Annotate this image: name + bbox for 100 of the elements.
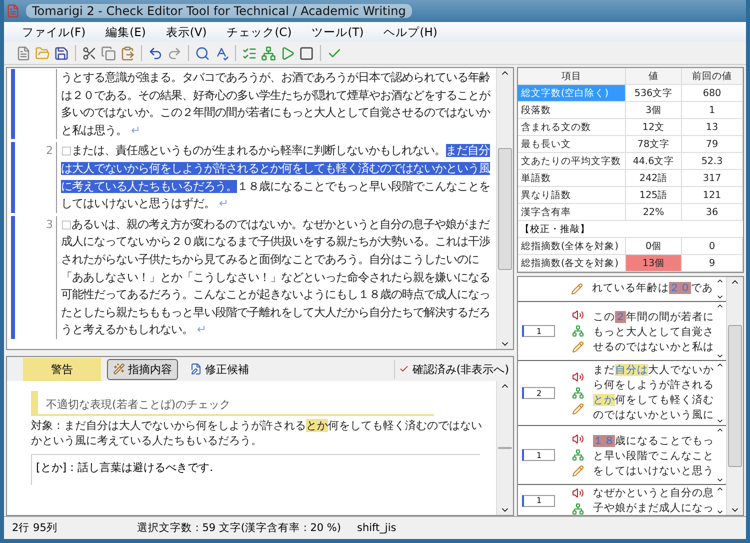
stop-icon[interactable]	[299, 46, 314, 60]
editor-line: 可能性だってあるだろう。こんなことが起きないようにもし１８歳の時点で成人になっ	[61, 287, 491, 304]
findings-scrollbar[interactable]	[726, 277, 743, 515]
table-cell: 12文	[626, 119, 682, 135]
speaker-icon[interactable]	[572, 371, 584, 383]
editor-line: 多いのではないか。この２年間の間が若者にもっと大人として自覚させるのではないか	[61, 105, 492, 122]
edit-document-icon	[190, 363, 202, 375]
network-icon[interactable]	[572, 387, 584, 399]
finding-line: もっと大人として自覚さ	[593, 325, 714, 340]
advice-message: [とか]：話し言葉は避けるべきです.	[31, 454, 480, 485]
copy-icon[interactable]	[101, 46, 116, 60]
table-cell: 最も長い文	[518, 136, 626, 152]
menu-item[interactable]: ツール(T)	[304, 22, 372, 42]
table-cell: 段落数	[518, 102, 626, 118]
search-icon[interactable]	[195, 46, 210, 60]
new-file-icon[interactable]	[16, 46, 31, 60]
details-tab[interactable]: 指摘内容	[107, 358, 178, 380]
scroll-down-icon[interactable]	[716, 476, 724, 484]
line-number: 2	[45, 143, 54, 160]
editor-scrollbar[interactable]	[496, 68, 513, 349]
count-field[interactable]: 1	[522, 494, 555, 506]
spellcheck-icon[interactable]	[214, 46, 229, 60]
editor-line: □あるいは、親の考え方が変わるのではないか。なぜかというと自分の息子や娘がまだ	[61, 216, 491, 233]
table-cell: 単語数	[518, 170, 626, 186]
text-editor[interactable]	[6, 67, 514, 350]
table-cell: 異なり語数	[518, 187, 626, 203]
menu-item[interactable]: 表示(V)	[158, 22, 215, 42]
speaker-icon[interactable]	[572, 433, 584, 445]
table-cell: 総文字数(空白除く)	[518, 85, 626, 101]
table-cell: 文あたりの平均文字数	[518, 153, 626, 169]
finding-card[interactable]: 1 １８ 歳になることでもっ と早い段階でこんなこと をしてはいけないと思う	[518, 426, 726, 485]
finding-line: １８ 歳になることでもっ	[593, 434, 714, 449]
check-heading: 不適切な表現(若者ことば)のチェック	[31, 391, 434, 416]
editor-line: うとする意識が強まる。タバコであろうが、お酒であろうが日本で認められている年齢	[61, 70, 491, 86]
editor-line: うと考えるかもしれない。 ↵	[61, 322, 208, 338]
status-text: 2行 95列	[12, 521, 58, 535]
undo-icon[interactable]	[148, 46, 163, 60]
column-header: 値	[626, 68, 682, 84]
table-cell: 3個	[626, 102, 682, 118]
table-cell: 242語	[626, 170, 682, 186]
status-text: 選択文字数 : 59 文字(漢字含有率 : 20 %)	[137, 521, 342, 535]
count-field[interactable]: 1	[522, 325, 555, 337]
editor-line: 「ああしなさい！」とか「こうしなさい！」などといった命令されたら親を嫌いになる	[61, 270, 491, 286]
pencil-icon[interactable]	[572, 465, 584, 477]
network-icon[interactable]	[261, 46, 276, 60]
table-cell: 総指摘数(全体を対象)	[518, 238, 626, 254]
table-cell: 36	[682, 204, 743, 220]
scroll-up-icon[interactable]	[716, 302, 724, 310]
count-field[interactable]: 2	[522, 387, 555, 399]
scroll-up-icon[interactable]	[716, 426, 724, 434]
finding-line: せるのではないかと私は	[593, 340, 714, 355]
finding-card[interactable]: 2 まだ自分は大人でないか ら何をしようが許される とか何をしても軽く済む のではないかという風に	[518, 361, 726, 426]
editor-line: されたがらない子供たちから見てみると面倒なことであろう。自分はこうしたいのに	[61, 252, 480, 268]
scroll-down-icon[interactable]	[716, 352, 724, 360]
pencil-icon[interactable]	[571, 283, 583, 295]
table-cell: 317	[682, 170, 743, 186]
menu-item[interactable]: ファイル(F)	[14, 22, 94, 42]
table-cell: 13個	[626, 255, 682, 271]
scroll-up-icon[interactable]	[716, 361, 724, 369]
table-cell: 78文字	[626, 136, 682, 152]
finding-line: のではないかという風に	[593, 408, 714, 423]
column-header: 前回の値	[682, 68, 743, 84]
finding-card[interactable]: 1 この ２ 年間の間が若者に もっと大人として自覚さ せるのではないかと私は	[518, 302, 726, 361]
status-text: shift_jis	[357, 522, 398, 534]
category-label: 警告	[23, 358, 101, 380]
editor-line: は２０である。その結果、好奇心の多い学生たちが隠れて煙草やお酒などをすることが	[61, 88, 492, 104]
section-label: 【校正・推敲】	[519, 222, 591, 236]
cut-icon[interactable]	[82, 46, 97, 60]
scroll-down-icon[interactable]	[716, 293, 724, 301]
menu-item[interactable]: チェック(C)	[218, 22, 300, 42]
finding-card[interactable]: れている年齢は ２０ であ	[518, 277, 726, 302]
network-icon[interactable]	[572, 449, 584, 461]
network-icon[interactable]	[572, 325, 584, 337]
pencil-icon[interactable]	[572, 341, 584, 353]
speaker-icon[interactable]	[572, 309, 584, 321]
table-cell: 13	[682, 119, 743, 135]
paste-icon[interactable]	[120, 46, 135, 60]
save-icon[interactable]	[54, 46, 69, 60]
column-header: 項目	[518, 68, 626, 84]
app-icon	[6, 4, 20, 18]
line-number: 3	[45, 216, 54, 233]
scroll-down-icon[interactable]	[716, 417, 724, 425]
details-scrollbar[interactable]	[496, 381, 513, 515]
confirm-button[interactable]: 確認済み(非表示へ)	[394, 360, 513, 378]
editor-line: に考えている人たちもいるだろう。１８歳になることでもっと早い段階でこんなことを	[61, 178, 491, 195]
editor-line: 成人になってないから２０歳になるまで子供扱いをする親たちが大勢いる。これは干渉	[61, 234, 491, 250]
table-cell: 漢字含有率	[518, 204, 626, 220]
checklist-icon[interactable]	[242, 46, 257, 60]
finding-line: なぜかというと自分の息	[593, 486, 714, 501]
speaker-icon[interactable]	[572, 486, 584, 498]
network-icon[interactable]	[572, 502, 584, 514]
pencil-icon[interactable]	[572, 403, 584, 415]
scroll-up-icon[interactable]	[716, 485, 724, 493]
window-title: Tomarigi 2 - Check Editor Tool for Technical / Academic Writing	[26, 4, 412, 18]
menu-item[interactable]: ヘルプ(H)	[376, 22, 446, 42]
finding-line: この ２ 年間の間が若者に	[593, 310, 714, 325]
table-cell: 52.3	[682, 153, 743, 169]
details-tab[interactable]: 修正候補	[184, 358, 255, 380]
count-field[interactable]: 1	[522, 449, 555, 461]
menu-item[interactable]: 編集(E)	[98, 22, 154, 42]
